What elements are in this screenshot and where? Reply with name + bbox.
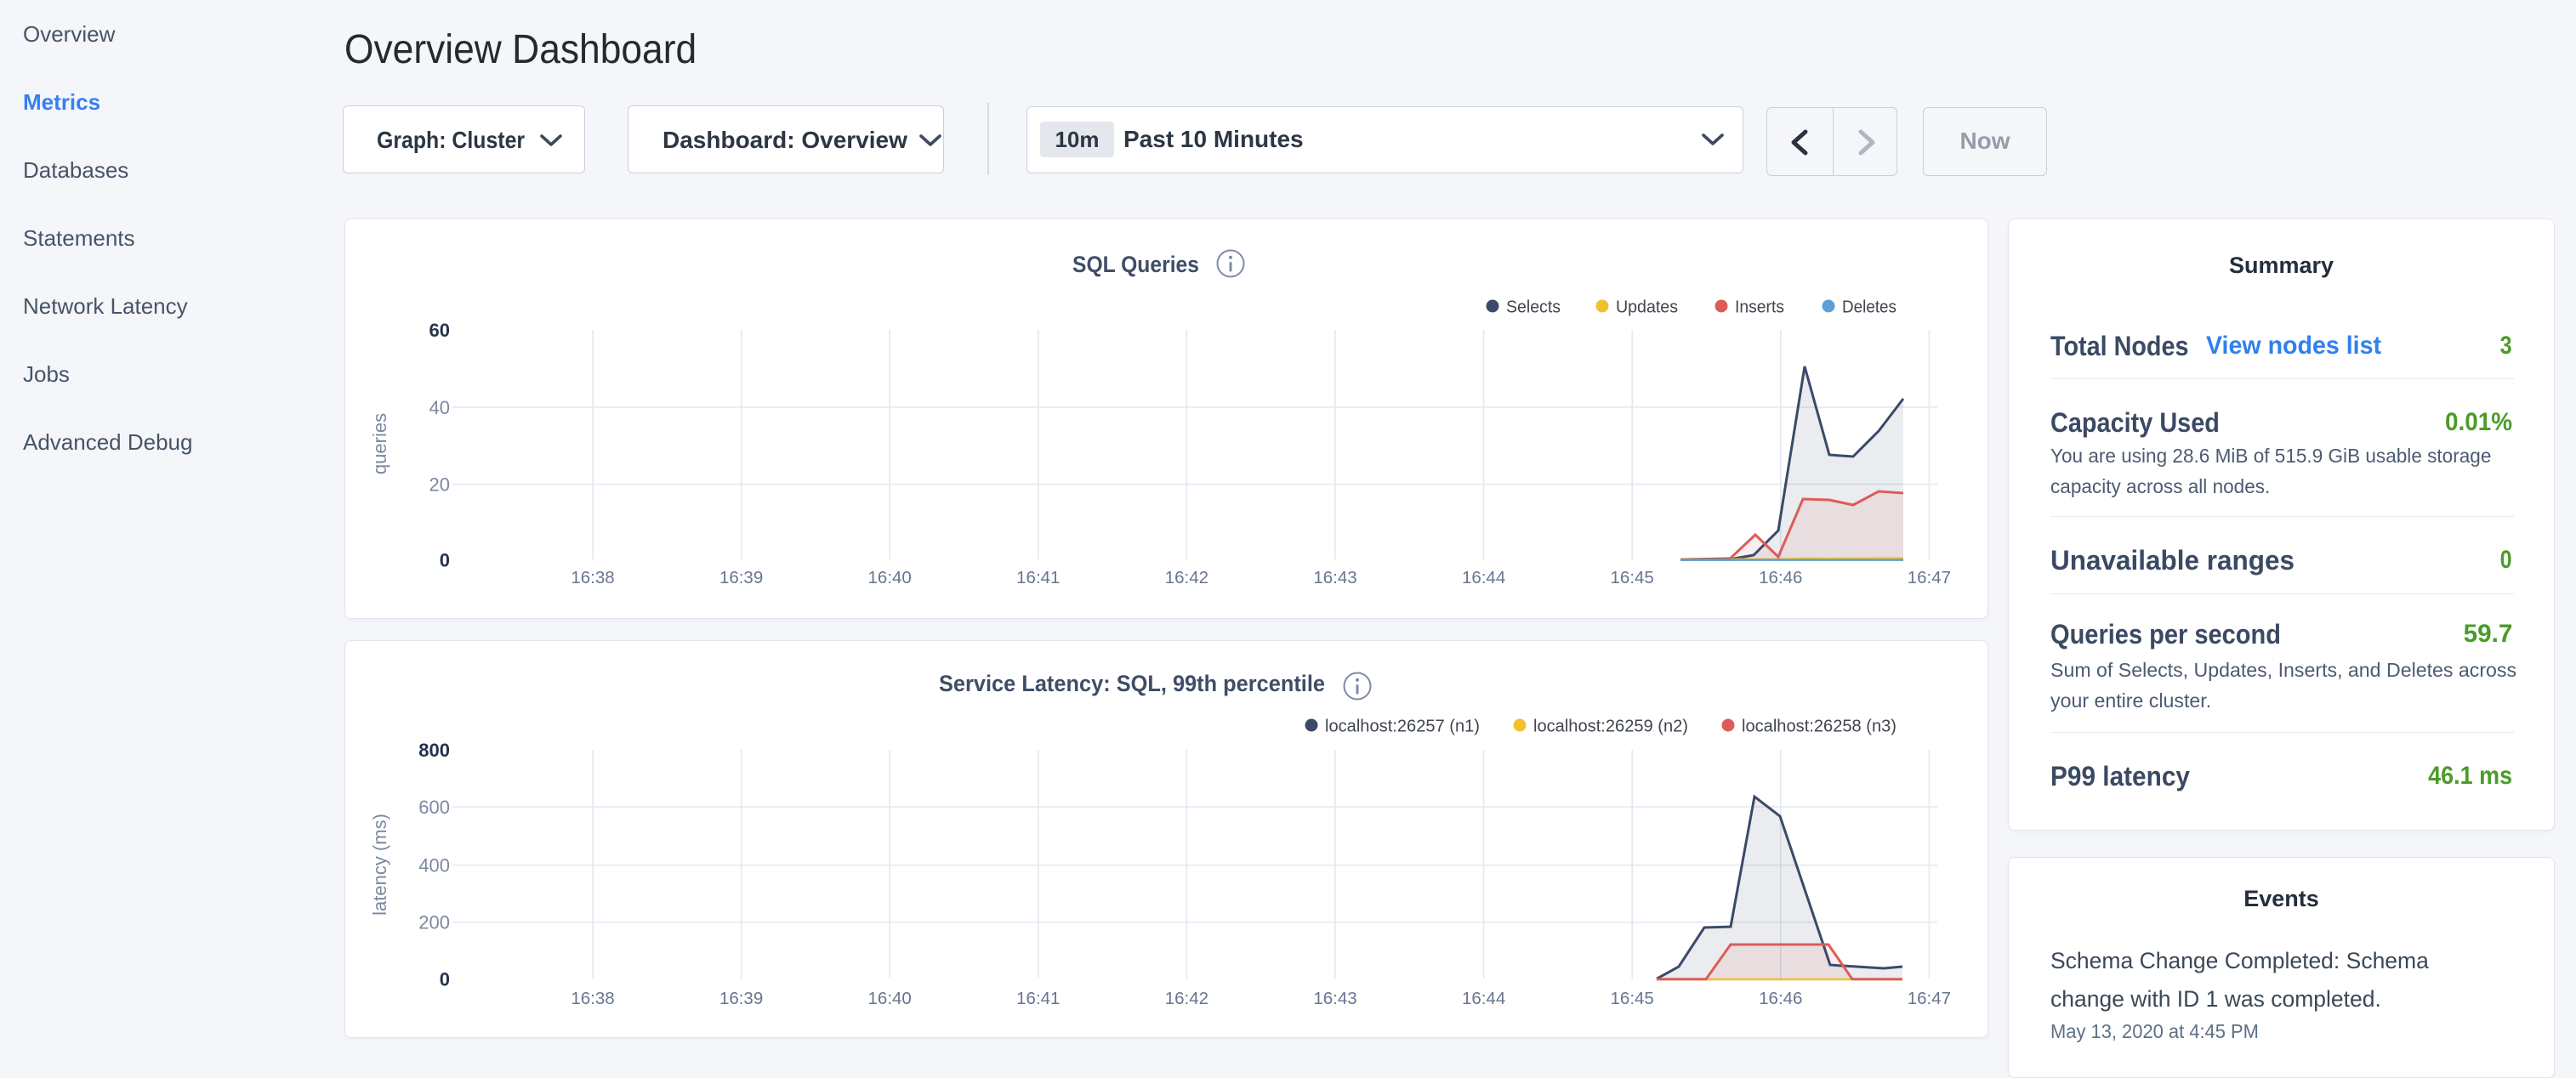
svg-text:16:44: 16:44 [1462, 989, 1505, 1008]
svg-text:400: 400 [418, 855, 450, 877]
svg-text:16:47: 16:47 [1908, 568, 1951, 587]
svg-text:200: 200 [418, 912, 450, 933]
svg-text:16:40: 16:40 [868, 989, 912, 1008]
svg-text:Deletes: Deletes [1842, 298, 1896, 317]
svg-text:16:38: 16:38 [571, 568, 614, 587]
svg-text:16:47: 16:47 [1908, 989, 1951, 1008]
svg-text:localhost:26258 (n3): localhost:26258 (n3) [1742, 717, 1896, 736]
svg-text:16:40: 16:40 [868, 568, 912, 587]
svg-text:16:42: 16:42 [1165, 568, 1208, 587]
svg-text:Updates: Updates [1616, 298, 1678, 317]
svg-text:16:42: 16:42 [1165, 989, 1208, 1008]
svg-text:SQL Queries: SQL Queries [1072, 252, 1199, 277]
svg-text:60: 60 [429, 320, 450, 341]
svg-text:16:46: 16:46 [1759, 989, 1802, 1008]
svg-text:600: 600 [418, 797, 450, 818]
svg-text:16:43: 16:43 [1313, 989, 1356, 1008]
svg-text:20: 20 [429, 474, 450, 496]
svg-text:16:39: 16:39 [719, 568, 763, 587]
svg-text:16:41: 16:41 [1016, 989, 1060, 1008]
svg-text:Selects: Selects [1506, 298, 1561, 317]
svg-text:16:43: 16:43 [1313, 568, 1356, 587]
svg-text:16:45: 16:45 [1611, 568, 1654, 587]
svg-text:0: 0 [440, 968, 450, 990]
svg-text:16:41: 16:41 [1016, 568, 1060, 587]
svg-text:Inserts: Inserts [1735, 298, 1784, 317]
svg-text:localhost:26257 (n1): localhost:26257 (n1) [1325, 717, 1480, 736]
svg-text:Service Latency: SQL, 99th per: Service Latency: SQL, 99th percentile [939, 671, 1325, 696]
svg-text:800: 800 [418, 740, 450, 761]
svg-text:16:45: 16:45 [1611, 989, 1654, 1008]
svg-text:16:44: 16:44 [1462, 568, 1505, 587]
svg-text:16:38: 16:38 [571, 989, 614, 1008]
svg-text:0: 0 [440, 550, 450, 571]
svg-text:localhost:26259 (n2): localhost:26259 (n2) [1533, 717, 1688, 736]
svg-text:40: 40 [429, 397, 450, 418]
svg-text:latency (ms): latency (ms) [369, 814, 390, 916]
svg-text:16:46: 16:46 [1759, 568, 1802, 587]
svg-text:queries: queries [369, 413, 390, 474]
svg-text:16:39: 16:39 [719, 989, 763, 1008]
